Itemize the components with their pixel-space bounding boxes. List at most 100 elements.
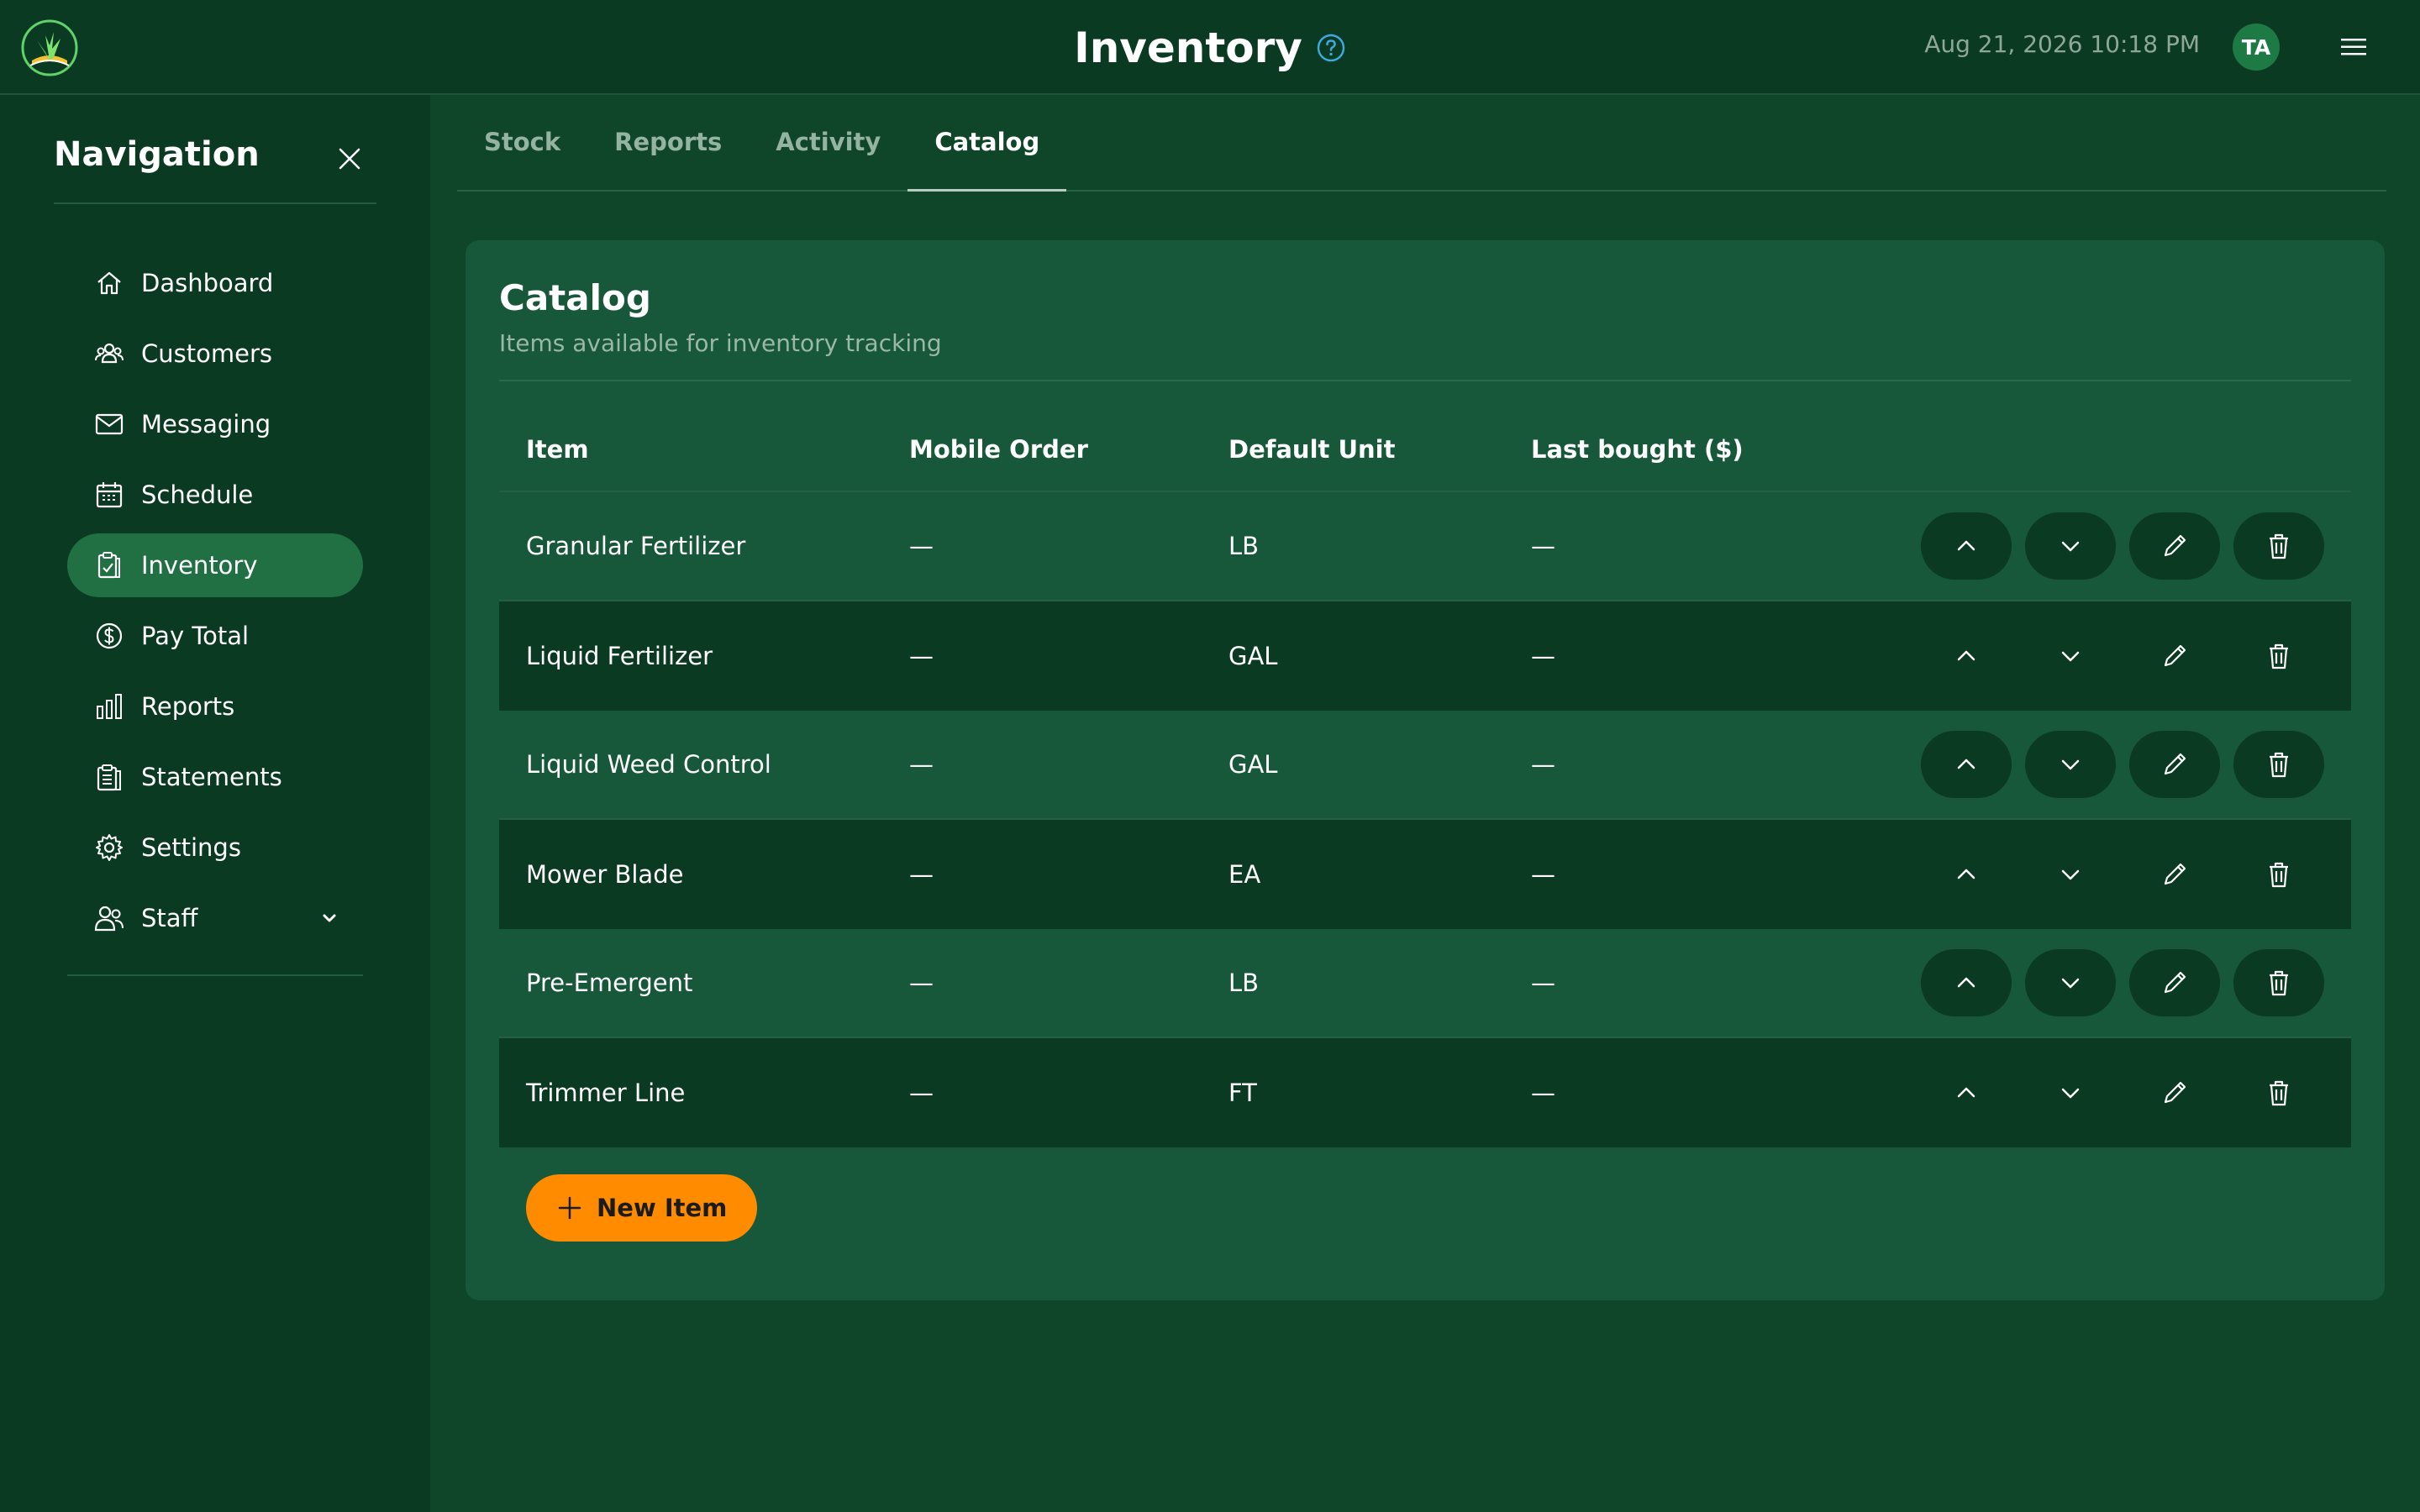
move-up-button[interactable] [1921,512,2012,580]
card-title: Catalog [499,277,651,318]
sidebar-item-reports[interactable]: Reports [67,675,363,738]
sidebar-item-customers[interactable]: Customers [67,322,363,386]
trash-icon [2270,752,2288,778]
sidebar-item-label: Reports [141,692,235,721]
sidebar-item-schedule[interactable]: Schedule [67,463,363,527]
mobile-order-value: — [909,532,934,560]
delete-button[interactable] [2233,512,2324,580]
item-name: Granular Fertilizer [526,532,746,560]
default-unit-value: FT [1228,1079,1257,1107]
sidebar-item-messaging[interactable]: Messaging [67,392,363,456]
move-up-button[interactable] [1921,1059,2012,1126]
default-unit-value: LB [1228,969,1260,997]
sidebar-item-dashboard[interactable]: Dashboard [67,251,363,315]
move-up-button[interactable] [1921,949,2012,1016]
edit-button[interactable] [2129,512,2220,580]
sidebar-item-settings[interactable]: Settings [67,816,363,879]
tab-activity[interactable]: Activity [749,94,908,190]
trash-icon [2270,1080,2288,1106]
trash-icon [2270,533,2288,559]
move-down-button[interactable] [2025,731,2116,798]
page-title: Inventory [1074,23,1302,72]
close-icon[interactable] [333,142,366,176]
pencil-icon [2164,971,2186,994]
plus-icon [558,1196,581,1220]
column-header-last-bought[interactable]: Last bought ($) [1531,435,1867,464]
tab-catalog[interactable]: Catalog [908,94,1067,192]
users-icon [95,343,124,364]
pencil-icon [2164,1081,2186,1104]
move-down-button[interactable] [2025,1059,2116,1126]
sidebar-item-pay-total[interactable]: Pay Total [67,604,363,668]
gear-icon [96,834,123,861]
chevron-down-icon[interactable] [319,908,339,928]
edit-button[interactable] [2129,622,2220,690]
column-header-mobile-order[interactable]: Mobile Order [909,435,1228,464]
table-row: Trimmer Line — FT — [499,1038,2351,1147]
mobile-order-value: — [909,1079,934,1107]
sidebar-item-staff[interactable]: Staff [67,886,363,950]
pencil-icon [2164,753,2186,775]
row-actions [1921,512,2351,580]
top-bar: Inventory Aug 21, 2026 10:18 PM TA [0,0,2420,95]
help-icon[interactable] [1316,33,1346,63]
table-row: Liquid Fertilizer — GAL — [499,601,2351,711]
sidebar-item-inventory[interactable]: Inventory [67,533,363,597]
sidebar-item-label: Statements [141,763,282,791]
edit-button[interactable] [2129,949,2220,1016]
item-name: Mower Blade [526,860,684,889]
edit-button[interactable] [2129,841,2220,908]
delete-button[interactable] [2233,622,2324,690]
catalog-table: Item Mobile Order Default Unit Last boug… [499,408,2351,1147]
move-down-button[interactable] [2025,512,2116,580]
delete-button[interactable] [2233,841,2324,908]
move-down-button[interactable] [2025,841,2116,908]
mobile-order-value: — [909,750,934,779]
sidebar-item-statements[interactable]: Statements [67,745,363,809]
item-name: Liquid Fertilizer [526,642,713,670]
move-up-button[interactable] [1921,622,2012,690]
delete-button[interactable] [2233,1059,2324,1126]
trash-icon [2270,862,2288,888]
mail-icon [95,413,124,435]
chevron-up-icon [1957,650,1975,661]
move-up-button[interactable] [1921,731,2012,798]
row-actions [1921,731,2351,798]
last-bought-value: — [1531,642,1555,670]
sidebar-item-label: Schedule [141,480,254,509]
column-header-item[interactable]: Item [499,435,909,464]
last-bought-value: — [1531,750,1555,779]
move-down-button[interactable] [2025,949,2116,1016]
last-bought-value: — [1531,532,1555,560]
edit-button[interactable] [2129,731,2220,798]
card-divider [499,380,2351,381]
move-down-button[interactable] [2025,622,2116,690]
sidebar: Navigation Dashboard Customers Messaging… [0,95,430,1512]
tab-reports[interactable]: Reports [587,94,749,190]
sidebar-divider [67,974,363,976]
pencil-icon [2164,534,2186,557]
delete-button[interactable] [2233,949,2324,1016]
sidebar-item-label: Inventory [141,551,258,580]
chevron-up-icon [1957,869,1975,879]
column-header-default-unit[interactable]: Default Unit [1228,435,1531,464]
delete-button[interactable] [2233,731,2324,798]
hamburger-menu-icon[interactable] [2334,30,2373,64]
table-row: Granular Fertilizer — LB — [499,492,2351,601]
sidebar-divider [54,202,376,204]
row-actions [1921,622,2351,690]
logo-icon[interactable] [20,18,79,77]
mobile-order-value: — [909,642,934,670]
new-item-button[interactable]: New Item [526,1174,758,1242]
edit-button[interactable] [2129,1059,2220,1126]
move-up-button[interactable] [1921,841,2012,908]
tab-stock[interactable]: Stock [457,94,587,190]
item-name: Pre-Emergent [526,969,693,997]
tab-bar: Stock Reports Activity Catalog [457,95,2386,192]
avatar[interactable]: TA [2233,24,2280,71]
pencil-icon [2164,644,2186,667]
last-bought-value: — [1531,1079,1555,1107]
last-bought-value: — [1531,969,1555,997]
chevron-down-icon [2061,978,2080,989]
chevron-down-icon [2061,869,2080,880]
